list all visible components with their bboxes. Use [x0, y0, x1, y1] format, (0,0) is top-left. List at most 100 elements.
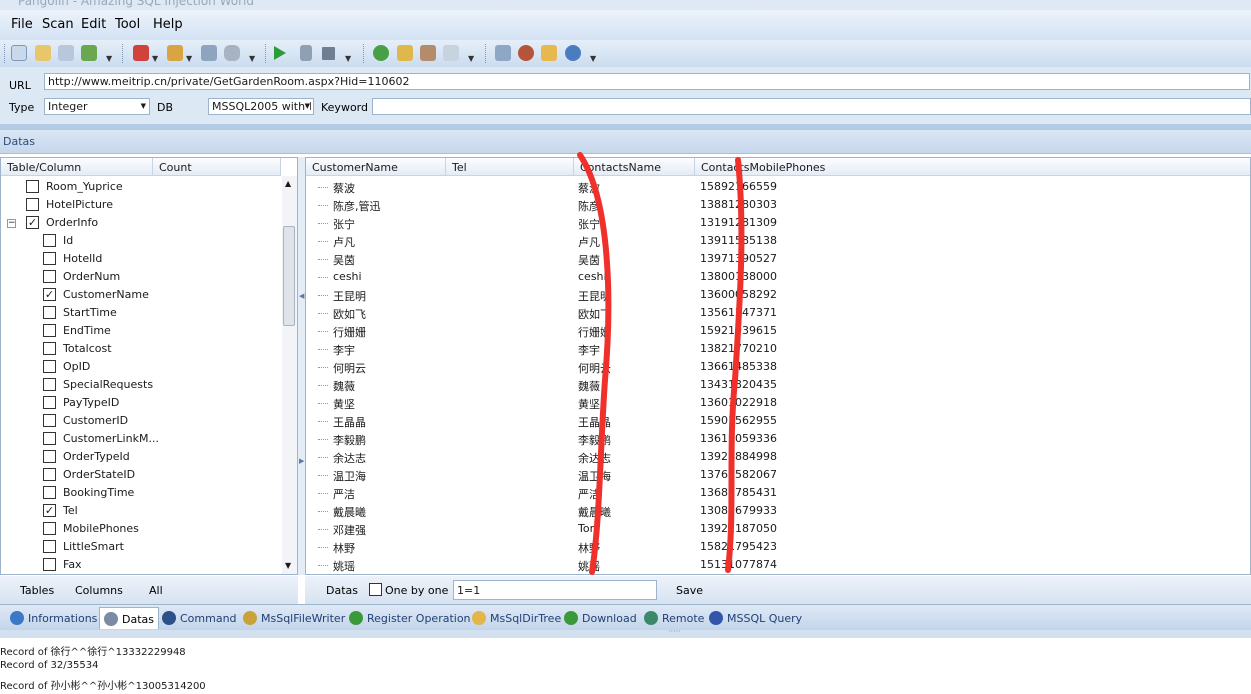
data-grid[interactable]: CustomerName Tel ContactsName ContactsMo… [305, 157, 1251, 575]
tab-mssql-query[interactable]: MSSQL Query [705, 607, 806, 629]
stop-icon[interactable] [322, 47, 335, 60]
tree-item-checkbox[interactable] [43, 360, 56, 373]
chevron-down-icon[interactable]: ▼ [106, 54, 112, 63]
grid-header-tel[interactable]: Tel [446, 158, 574, 176]
key-icon[interactable] [397, 45, 413, 61]
chevron-down-icon[interactable]: ▼ [468, 54, 474, 63]
user-icon[interactable] [420, 45, 436, 61]
bug-icon[interactable] [518, 45, 534, 61]
menu-edit[interactable]: Edit [81, 17, 106, 32]
pause-icon[interactable] [300, 45, 312, 61]
table-row[interactable]: 欧如飞 欧如飞 13561247371 [306, 304, 1250, 322]
menu-file[interactable]: File [11, 17, 33, 32]
table-row[interactable]: 温卫海 温卫海 13761582067 [306, 466, 1250, 484]
save-file-icon[interactable] [58, 45, 74, 61]
table-row[interactable]: 魏薇 魏薇 13431320435 [306, 376, 1250, 394]
table-row[interactable]: 严洁 严洁 13681785431 [306, 484, 1250, 502]
tables-button[interactable]: Tables [20, 584, 54, 597]
tree-item-checkbox[interactable] [43, 522, 56, 535]
tree-item-checkbox[interactable] [43, 540, 56, 553]
tree-item-checkbox[interactable]: ✓ [43, 504, 56, 517]
tree-item-checkbox[interactable] [43, 486, 56, 499]
tree-item-checkbox[interactable]: ✓ [43, 288, 56, 301]
grid-header-contactsmobilephones[interactable]: ContactsMobilePhones [695, 158, 1250, 176]
config-icon[interactable] [133, 45, 149, 61]
keyword-field[interactable] [372, 98, 1251, 115]
tree-item-checkbox[interactable] [43, 252, 56, 265]
table-row[interactable]: 王晶晶 王晶晶 15901562955 [306, 412, 1250, 430]
table-row[interactable]: 蔡波 蔡波 15892166559 [306, 178, 1250, 196]
table-row[interactable]: 行姗姗 行姗姗 15921939615 [306, 322, 1250, 340]
type-select[interactable]: Integer ▼ [44, 98, 150, 115]
tree-item-checkbox[interactable] [43, 432, 56, 445]
table-row[interactable]: 何明云 何明云 13661485338 [306, 358, 1250, 376]
search-icon[interactable] [443, 45, 459, 61]
open-file-icon[interactable] [35, 45, 51, 61]
scroll-up-icon[interactable]: ▲ [285, 179, 291, 188]
database-icon[interactable] [224, 45, 240, 61]
tree-item-checkbox[interactable] [43, 234, 56, 247]
tools-icon[interactable] [167, 45, 183, 61]
scroll-down-icon[interactable]: ▼ [285, 561, 291, 570]
table-column-tree[interactable]: Table/Column Count Room_Yuprice HotelPict… [0, 157, 298, 575]
tab-mssqlfilewriter[interactable]: MsSqlFileWriter [239, 607, 349, 629]
grid-header-customername[interactable]: CustomerName [306, 158, 446, 176]
table-row[interactable]: 姚瑶 姚瑶 15131077874 [306, 556, 1250, 574]
table-row[interactable]: 王昆明 王昆明 13600058292 [306, 286, 1250, 304]
tree-item-checkbox[interactable] [43, 378, 56, 391]
wrench-icon[interactable] [201, 45, 217, 61]
table-row[interactable]: 李毅鹏 李毅鹏 13611059336 [306, 430, 1250, 448]
table-row[interactable]: 张宁 张宁 13191281309 [306, 214, 1250, 232]
save-button[interactable]: Save [676, 584, 703, 597]
tab-remote[interactable]: Remote [640, 607, 708, 629]
tree-item-checkbox[interactable] [43, 342, 56, 355]
tab-download[interactable]: Download [560, 607, 641, 629]
all-button[interactable]: All [149, 584, 163, 597]
one-by-one-checkbox[interactable] [369, 583, 382, 596]
tree-item-checkbox[interactable] [26, 198, 39, 211]
collapse-left-icon[interactable]: ◀ [299, 292, 304, 300]
tree-item-checkbox[interactable] [43, 468, 56, 481]
menu-scan[interactable]: Scan [42, 17, 74, 32]
chevron-down-icon[interactable]: ▼ [345, 54, 351, 63]
menu-tool[interactable]: Tool [115, 17, 140, 32]
chevron-down-icon[interactable]: ▼ [186, 54, 192, 63]
tree-item-checkbox[interactable] [43, 324, 56, 337]
scrollbar-thumb[interactable] [283, 226, 295, 326]
url-field[interactable]: http://www.meitrip.cn/private/GetGardenR… [44, 73, 1250, 90]
table-row[interactable]: ceshi ceshi 13800138000 [306, 268, 1250, 286]
info-icon[interactable] [565, 45, 581, 61]
table-row[interactable]: 李宇 李宇 13821770210 [306, 340, 1250, 358]
expand-toggle-icon[interactable]: − [7, 219, 16, 228]
tree-item-checkbox[interactable] [43, 270, 56, 283]
zoom-icon[interactable] [11, 45, 27, 61]
tab-mssqldirtree[interactable]: MsSqlDirTree [468, 607, 565, 629]
table-row[interactable]: 黄坚 黄坚 13601022918 [306, 394, 1250, 412]
chevron-down-icon[interactable]: ▼ [152, 54, 158, 63]
grip-icon[interactable]: ····· [668, 627, 681, 636]
chevron-down-icon[interactable]: ▼ [590, 54, 596, 63]
tree-item-checkbox[interactable] [26, 180, 39, 193]
tree-item-checkbox[interactable] [43, 396, 56, 409]
datas-button[interactable]: Datas [326, 584, 358, 597]
menu-help[interactable]: Help [153, 17, 183, 32]
help-icon[interactable] [373, 45, 389, 61]
tree-scrollbar[interactable]: ▲ ▼ [282, 176, 297, 574]
table-row[interactable]: 林野 林野 15821795423 [306, 538, 1250, 556]
table-row[interactable]: 卢凡 卢凡 13911585138 [306, 232, 1250, 250]
tab-informations[interactable]: Informations [6, 607, 101, 629]
export-icon[interactable] [81, 45, 97, 61]
tree-item-checkbox[interactable] [43, 558, 56, 571]
condition-input[interactable]: 1=1 [453, 580, 657, 600]
grid-header-contactsname[interactable]: ContactsName [574, 158, 695, 176]
db-select[interactable]: MSSQL2005 with I ▼ [208, 98, 314, 115]
chevron-down-icon[interactable]: ▼ [249, 54, 255, 63]
play-icon[interactable] [274, 46, 286, 60]
tree-header-count[interactable]: Count [153, 158, 281, 176]
table-row[interactable]: 邓建强 Tom 13921187050 [306, 520, 1250, 538]
collapse-right-icon[interactable]: ▶ [299, 457, 304, 465]
tab-register-operation[interactable]: Register Operation [345, 607, 475, 629]
tree-item-checkbox[interactable]: ✓ [26, 216, 39, 229]
tree-item-checkbox[interactable] [43, 450, 56, 463]
tab-datas[interactable]: Datas [99, 607, 159, 629]
